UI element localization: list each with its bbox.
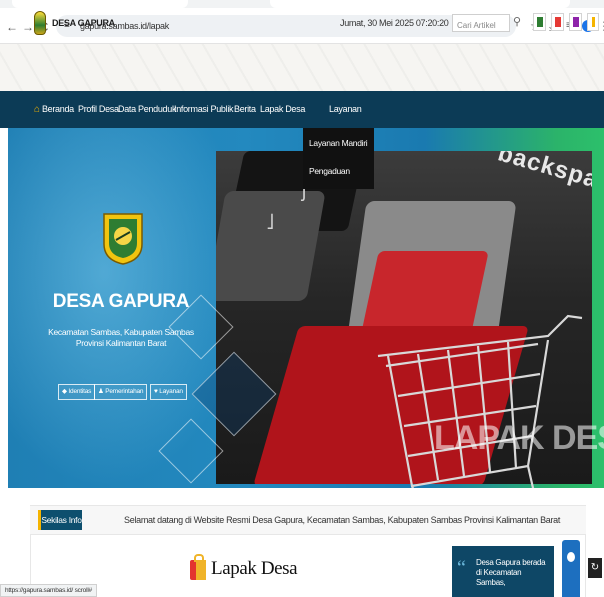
news-ticker: Sekilas Info Selamat datang di Website R… xyxy=(30,505,586,535)
people-icon[interactable] xyxy=(569,13,582,31)
nav-item-data-penduduk[interactable]: Data Penduduk xyxy=(118,104,176,115)
hero-title: DESA GAPURA xyxy=(52,291,190,312)
browser-tab[interactable] xyxy=(12,0,188,8)
side-widget-tab[interactable] xyxy=(562,540,580,597)
browser-tab-2[interactable] xyxy=(270,0,570,8)
status-bar-url: https://gapura.sambas.id/ scroll# xyxy=(0,584,97,597)
lapak-desa-heading: Lapak Desa xyxy=(211,558,298,579)
site-header xyxy=(0,44,604,91)
button-label: Identitas xyxy=(68,388,92,395)
header-datetime: Jumat, 30 Mei 2025 07:20:20 xyxy=(340,18,449,28)
header-pattern xyxy=(0,44,604,91)
layanan-button[interactable]: ♥ Layanan xyxy=(150,384,187,400)
key-letter: ˩ xyxy=(266,209,275,234)
document-icon[interactable] xyxy=(551,13,564,31)
people-icon: ♟ xyxy=(98,388,104,395)
ticker-label: Sekilas Info xyxy=(38,510,82,530)
widget-icon xyxy=(567,552,575,562)
shopping-cart-icon xyxy=(377,314,583,488)
identitas-button[interactable]: ◆ Identitas xyxy=(58,384,96,400)
hero-subtitle: Kecamatan Sambas, Kabupaten Sambas Provi… xyxy=(24,327,218,349)
button-label: Layanan xyxy=(159,388,183,395)
village-info-card[interactable]: “ Desa Gapura berada di Kecamatan Sambas… xyxy=(452,546,554,597)
article-search xyxy=(452,14,510,34)
main-navigation: ⌂ Beranda Profil Desa Data Penduduk Info… xyxy=(0,91,604,128)
info-icon: ◆ xyxy=(62,388,67,395)
brand-name[interactable]: DESA GAPURA xyxy=(52,18,115,29)
nav-item-layanan[interactable]: Layanan xyxy=(329,104,362,115)
nav-item-beranda[interactable]: ⌂ Beranda xyxy=(34,104,74,115)
nav-item-lapak-desa[interactable]: Lapak Desa xyxy=(260,104,305,115)
nav-label: Beranda xyxy=(41,104,74,114)
hero-button-group: ◆ Identitas ♟ Pemerintahan ♥ Layanan xyxy=(58,384,198,400)
search-input[interactable] xyxy=(453,17,507,34)
browser-tabstrip xyxy=(0,0,604,8)
heart-icon: ♥ xyxy=(154,388,158,395)
back-icon[interactable]: ← xyxy=(6,21,18,33)
hero-subtitle-line: Provinsi Kalimantan Barat xyxy=(75,338,167,348)
nav-item-profil-desa[interactable]: Profil Desa xyxy=(78,104,119,115)
ticker-text[interactable]: Selamat datang di Website Resmi Desa Gap… xyxy=(124,515,560,526)
village-seal-icon xyxy=(103,213,143,265)
shopping-bag-icon xyxy=(190,554,206,580)
hero-subtitle-line: Kecamatan Sambas, Kabupaten Sambas xyxy=(48,327,194,337)
chart-icon[interactable] xyxy=(533,13,546,31)
scroll-top-icon[interactable]: ↻ xyxy=(588,558,602,578)
banner-lapak-desa: LAPAK DESA xyxy=(434,419,604,457)
keyboard-text: backspace xyxy=(494,151,592,202)
quote-icon: “ xyxy=(457,557,466,579)
forward-icon[interactable]: → xyxy=(22,21,34,33)
village-info-text: Desa Gapura berada di Kecamatan Sambas, xyxy=(476,558,546,587)
village-logo-icon[interactable] xyxy=(34,11,46,35)
alert-icon[interactable] xyxy=(587,13,599,31)
dropdown-item-layanan-mandiri[interactable]: Layanan Mandiri xyxy=(309,138,368,149)
nav-item-berita[interactable]: Berita xyxy=(234,104,256,115)
search-icon[interactable]: ⚲ xyxy=(513,16,525,28)
layanan-dropdown-menu: Layanan Mandiri Pengaduan xyxy=(303,128,374,189)
nav-item-informasi-publik[interactable]: Informasi Publik xyxy=(174,104,234,115)
dropdown-item-pengaduan[interactable]: Pengaduan xyxy=(309,166,350,177)
pemerintahan-button[interactable]: ♟ Pemerintahan xyxy=(94,384,148,400)
home-icon: ⌂ xyxy=(34,104,40,115)
button-label: Pemerintahan xyxy=(105,388,144,395)
keyboard-key xyxy=(216,191,326,301)
